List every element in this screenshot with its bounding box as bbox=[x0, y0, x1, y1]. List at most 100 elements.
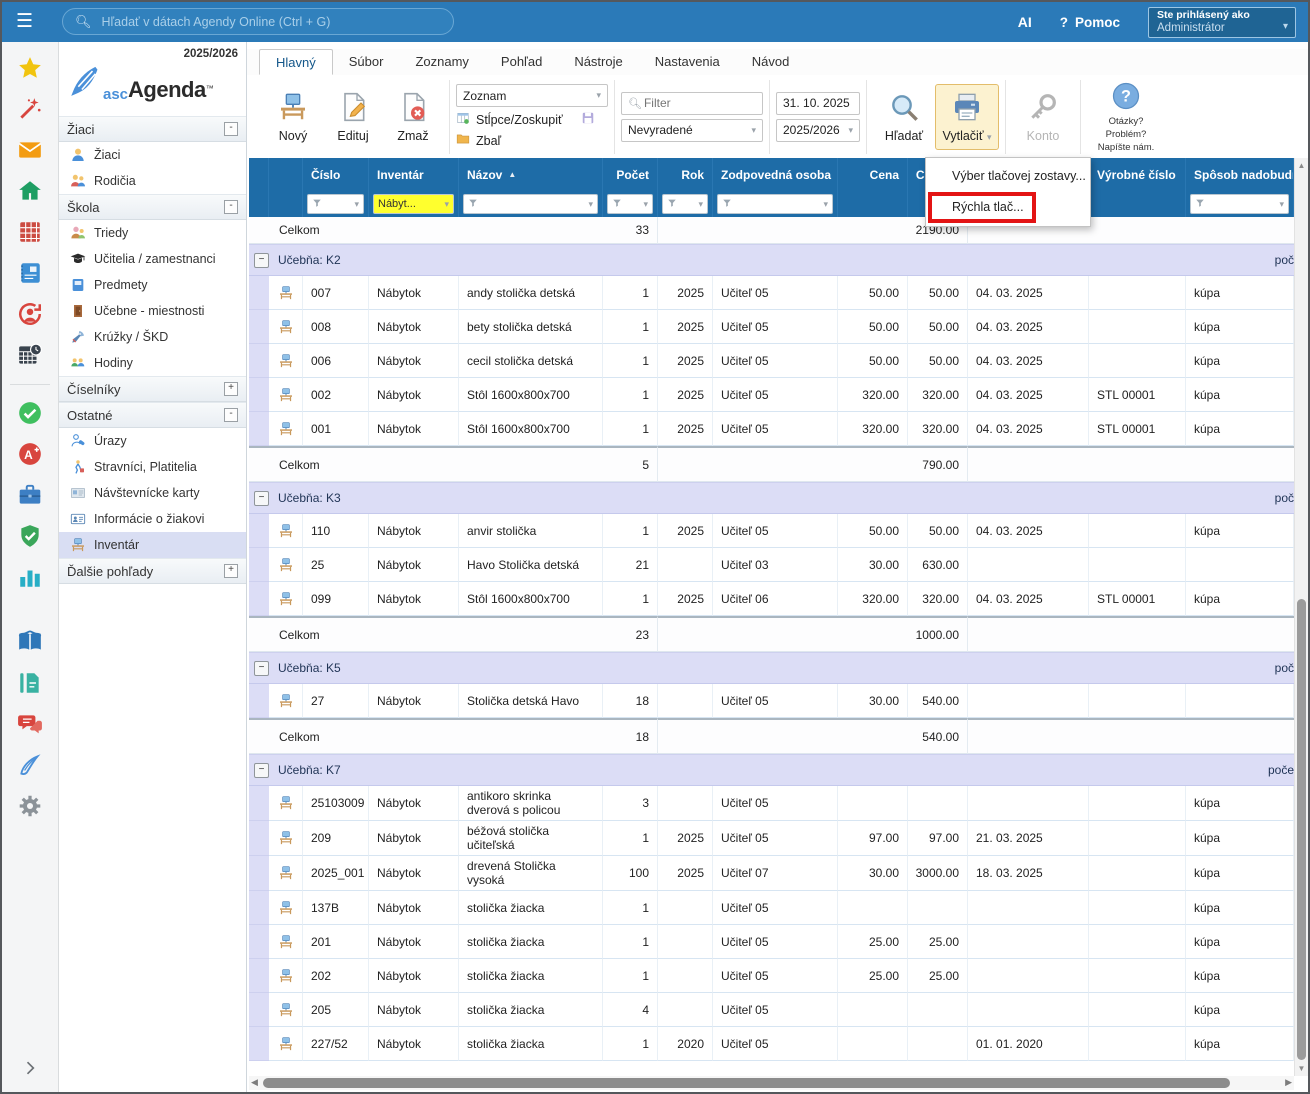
table-row[interactable]: 002NábytokStôl 1600x800x70012025Učiteľ 0… bbox=[249, 378, 1294, 412]
group-row-u-eb-a-k2[interactable]: −Učebňa: K2poč bbox=[249, 244, 1294, 276]
table-row[interactable]: 202Nábytokstolička žiacka1Učiteľ 0525.00… bbox=[249, 959, 1294, 993]
hamburger-menu-icon[interactable]: ☰ bbox=[16, 11, 44, 33]
expand-icon[interactable]: + bbox=[224, 382, 238, 396]
tab-súbor[interactable]: Súbor bbox=[333, 49, 400, 75]
logged-in-user[interactable]: Ste prihlásený ako Administrátor ▾ bbox=[1148, 7, 1296, 38]
new-button[interactable]: Nový bbox=[263, 91, 323, 143]
account-button[interactable]: Konto bbox=[1012, 85, 1074, 149]
delete-button[interactable]: Zmaž bbox=[383, 91, 443, 143]
sidebar-item-inform-cie-o-iakovi[interactable]: Informácie o žiakovi bbox=[59, 506, 246, 532]
home-icon[interactable] bbox=[16, 177, 44, 205]
filter-box-nazov[interactable]: ▾ bbox=[463, 194, 598, 214]
scroll-up-icon[interactable]: ▲ bbox=[1295, 161, 1308, 170]
table-row[interactable]: 227/52Nábytokstolička žiacka12020Učiteľ … bbox=[249, 1027, 1294, 1061]
filter-box-cislo[interactable]: ▾ bbox=[307, 194, 364, 214]
star-icon[interactable] bbox=[16, 54, 44, 82]
group-row-u-eb-a-k5[interactable]: −Učebňa: K5poč bbox=[249, 652, 1294, 684]
table-row[interactable]: 008Nábytokbety stolička detská12025Učite… bbox=[249, 310, 1294, 344]
column-header-expand[interactable] bbox=[249, 158, 269, 191]
state-select[interactable]: Nevyradené▾ bbox=[621, 119, 763, 142]
collapse-icon[interactable]: - bbox=[224, 122, 238, 136]
table-row[interactable]: 137BNábytokstolička žiacka1Učiteľ 05kúpa bbox=[249, 891, 1294, 925]
table-row[interactable]: 25NábytokHavo Stolička detská21Učiteľ 03… bbox=[249, 548, 1294, 582]
sidebar-item-n-v-tevn-cke-karty[interactable]: Návštevnícke karty bbox=[59, 480, 246, 506]
help-button[interactable]: ? Pomoc bbox=[1060, 15, 1120, 30]
notebook-icon[interactable] bbox=[16, 259, 44, 287]
table-row[interactable]: 099NábytokStôl 1600x800x70012025Učiteľ 0… bbox=[249, 582, 1294, 616]
sidebar-item-predmety[interactable]: Predmety bbox=[59, 272, 246, 298]
sidebar-item-stravn-ci-platitelia[interactable]: Stravníci, Platitelia bbox=[59, 454, 246, 480]
collapse-icon[interactable]: - bbox=[224, 200, 238, 214]
print-button[interactable]: Vytlačiť ▾ bbox=[935, 84, 999, 150]
wand-icon[interactable] bbox=[16, 95, 44, 123]
briefcase-icon[interactable] bbox=[16, 481, 44, 509]
filter-box-rok[interactable]: ▾ bbox=[662, 194, 708, 214]
search-input[interactable] bbox=[100, 14, 441, 30]
documents-icon[interactable] bbox=[16, 669, 44, 697]
column-header-cena[interactable]: Cena bbox=[838, 158, 908, 191]
sidebar-item-triedy[interactable]: Triedy bbox=[59, 220, 246, 246]
sidebar-item-hodiny[interactable]: Hodiny bbox=[59, 350, 246, 376]
ai-button[interactable]: AI bbox=[1018, 14, 1032, 30]
collapse-group-icon[interactable]: − bbox=[254, 491, 269, 506]
collapse-icon[interactable]: - bbox=[224, 408, 238, 422]
scroll-down-icon[interactable]: ▼ bbox=[1295, 1064, 1308, 1073]
shield-icon[interactable] bbox=[16, 522, 44, 550]
sidebar-item-u-ebne-miestnosti[interactable]: Učebne - miestnosti bbox=[59, 298, 246, 324]
tab-zoznamy[interactable]: Zoznamy bbox=[399, 49, 484, 75]
column-header-rok[interactable]: Rok bbox=[658, 158, 713, 191]
table-row[interactable]: 205Nábytokstolička žiacka4Učiteľ 05kúpa bbox=[249, 993, 1294, 1027]
table-row[interactable]: 25103009Nábytokantikoro skrinka dverová … bbox=[249, 786, 1294, 821]
table-row[interactable]: 006Nábytokcecil stolička detská12025Učit… bbox=[249, 344, 1294, 378]
table-row[interactable]: 007Nábytokandy stolička detská12025Učite… bbox=[249, 276, 1294, 310]
table-row[interactable]: 110Nábytokanvir stolička12025Učiteľ 0550… bbox=[249, 514, 1294, 548]
search-records-button[interactable]: Hľadať bbox=[873, 85, 935, 149]
view-select[interactable]: Zoznam▾ bbox=[456, 84, 608, 107]
sidebar-section--seln-ky[interactable]: Číselníky+ bbox=[59, 376, 246, 402]
sidebar-section-ostatn-[interactable]: Ostatné- bbox=[59, 402, 246, 428]
tab-návod[interactable]: Návod bbox=[736, 49, 806, 75]
settings-icon[interactable] bbox=[16, 792, 44, 820]
table-row[interactable]: 209Nábytokbéžová stolička učiteľská12025… bbox=[249, 821, 1294, 856]
group-total-row[interactable]: Celkom231000.00 bbox=[249, 616, 1294, 652]
table-row[interactable]: 27NábytokStolička detská Havo18Učiteľ 05… bbox=[249, 684, 1294, 718]
vertical-scroll-thumb[interactable] bbox=[1297, 599, 1306, 1060]
sidebar-section--iaci[interactable]: Žiaci- bbox=[59, 116, 246, 142]
group-row-u-eb-a-k3[interactable]: −Učebňa: K3poč bbox=[249, 482, 1294, 514]
filter-box-pocet[interactable]: ▾ bbox=[607, 194, 653, 214]
horizontal-scroll-thumb[interactable] bbox=[263, 1078, 1230, 1088]
columns-group-button[interactable]: Stĺpce/Zoskupiť bbox=[456, 111, 608, 128]
sidebar-item-kr-ky-kd[interactable]: Krúžky / ŠKD bbox=[59, 324, 246, 350]
table-row[interactable]: 2025_001Nábytokdrevená Stolička vysoká10… bbox=[249, 856, 1294, 891]
sidebar-item--razy[interactable]: Úrazy bbox=[59, 428, 246, 454]
collapse-group-icon[interactable]: − bbox=[254, 253, 269, 268]
collapse-button[interactable]: Zbaľ bbox=[456, 132, 608, 149]
filter-box-sposob[interactable]: ▾ bbox=[1190, 194, 1289, 214]
chevron-right-icon[interactable] bbox=[16, 1054, 44, 1082]
filter-input-box[interactable]: 🔍︎ bbox=[621, 92, 763, 115]
column-header-icon[interactable] bbox=[269, 158, 303, 191]
sidebar-section--kola[interactable]: Škola- bbox=[59, 194, 246, 220]
tab-nástroje[interactable]: Nástroje bbox=[558, 49, 638, 75]
save-icon[interactable] bbox=[581, 111, 595, 128]
date-field[interactable]: 31. 10. 2025 bbox=[776, 92, 860, 115]
calendar-clock-icon[interactable] bbox=[16, 341, 44, 369]
scroll-right-icon[interactable]: ▶ bbox=[1285, 1077, 1292, 1088]
vertical-scrollbar[interactable]: ▲ ▼ bbox=[1294, 158, 1308, 1076]
expand-icon[interactable]: + bbox=[224, 564, 238, 578]
timetable-icon[interactable] bbox=[16, 218, 44, 246]
grand-total-row[interactable]: Celkom332190.00 bbox=[249, 217, 1294, 244]
menu-item-r-chla-tla-[interactable]: Rýchla tlač... bbox=[926, 192, 1090, 223]
collapse-group-icon[interactable]: − bbox=[254, 661, 269, 676]
substitution-icon[interactable] bbox=[16, 300, 44, 328]
sidebar-item-rodi-ia[interactable]: Rodičia bbox=[59, 168, 246, 194]
mail-icon[interactable] bbox=[16, 136, 44, 164]
year-select[interactable]: 2025/2026▾ bbox=[776, 119, 860, 142]
contact-support-button[interactable]: ? Otázky? Problém? Napíšte nám. bbox=[1087, 81, 1165, 153]
pen-icon[interactable] bbox=[16, 751, 44, 779]
menu-item-v-ber-tla-ovej-zostavy-[interactable]: Výber tlačovej zostavy... bbox=[926, 161, 1090, 192]
column-header-sposob[interactable]: Spôsob nadobudnutia bbox=[1186, 158, 1294, 191]
column-header-nazov[interactable]: Názov▲ bbox=[459, 158, 603, 191]
grades-icon[interactable]: A bbox=[16, 440, 44, 468]
library-icon[interactable] bbox=[16, 628, 44, 656]
